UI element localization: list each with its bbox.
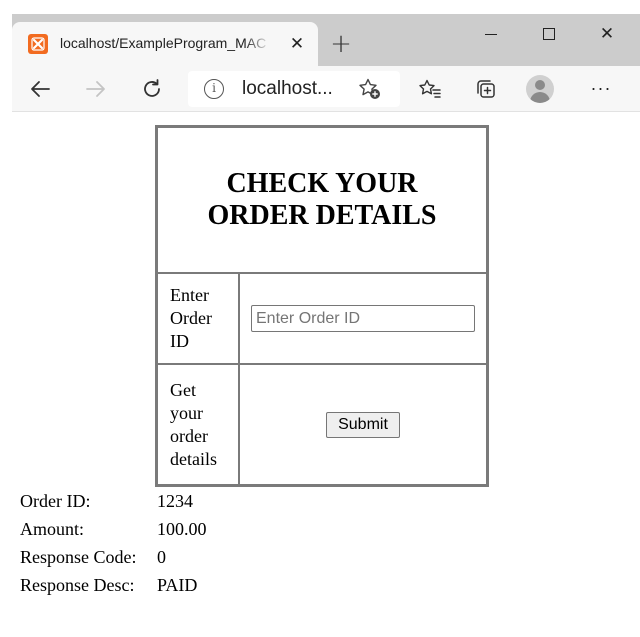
address-bar[interactable]: i localhost... xyxy=(188,71,400,107)
order-id-input-cell xyxy=(239,273,487,365)
avatar-body xyxy=(530,92,550,103)
result-value: PAID xyxy=(157,574,198,595)
minimize-button[interactable] xyxy=(476,24,506,44)
browser-titlebar: localhost/ExampleProgram_MAC ✕ + ✕ xyxy=(12,14,640,66)
result-key: Order ID: xyxy=(20,490,91,511)
address-text[interactable]: localhost... xyxy=(242,78,352,100)
add-favorite-icon[interactable] xyxy=(358,77,382,101)
refresh-button[interactable] xyxy=(136,74,168,104)
back-arrow-icon xyxy=(31,81,50,97)
heading-cell: CHECK YOUR ORDER DETAILS xyxy=(157,127,487,273)
result-key: Response Desc: xyxy=(20,574,135,595)
favorites-button[interactable] xyxy=(414,74,446,104)
order-form-table: CHECK YOUR ORDER DETAILS Enter Order ID … xyxy=(155,125,489,487)
new-tab-icon[interactable]: + xyxy=(328,31,354,58)
forward-arrow-icon xyxy=(86,81,105,97)
xampp-icon xyxy=(28,34,48,54)
result-row: Amount: 100.00 xyxy=(20,515,207,543)
minimize-icon xyxy=(485,33,497,35)
back-button[interactable] xyxy=(24,74,56,104)
submit-cell: Submit xyxy=(239,364,487,485)
order-id-label: Enter Order ID xyxy=(157,273,239,365)
result-value: 0 xyxy=(157,546,166,567)
result-key: Amount: xyxy=(20,518,85,539)
avatar-head xyxy=(535,80,545,90)
forward-button[interactable] xyxy=(80,74,112,104)
site-info-icon[interactable]: i xyxy=(204,79,224,99)
browser-tab[interactable]: localhost/ExampleProgram_MAC ✕ xyxy=(12,22,318,66)
window-close-icon: ✕ xyxy=(599,24,615,43)
more-options-icon[interactable]: ··· xyxy=(586,74,616,104)
result-value: 1234 xyxy=(157,490,193,511)
maximize-icon xyxy=(543,28,555,40)
favorites-list-icon xyxy=(419,79,441,98)
profile-avatar[interactable] xyxy=(526,75,554,103)
page-content: CHECK YOUR ORDER DETAILS Enter Order ID … xyxy=(0,113,640,637)
window-close-button[interactable]: ✕ xyxy=(592,24,622,44)
result-row: Order ID: 1234 xyxy=(20,487,207,515)
collections-button[interactable] xyxy=(470,74,502,104)
tab-title: localhost/ExampleProgram_MAC xyxy=(60,35,267,51)
result-row: Response Desc: PAID xyxy=(20,571,207,599)
submit-button[interactable]: Submit xyxy=(326,411,400,438)
order-id-input[interactable] xyxy=(251,305,475,333)
collections-icon xyxy=(477,80,495,98)
tab-close-icon[interactable]: ✕ xyxy=(288,35,306,53)
order-results: Order ID: 1234 Amount: 100.00 Response C… xyxy=(20,487,207,599)
submit-label: Get your order details xyxy=(157,364,239,485)
refresh-icon xyxy=(144,79,160,97)
maximize-button[interactable] xyxy=(534,24,564,44)
page-heading: CHECK YOUR ORDER DETAILS xyxy=(207,168,437,231)
browser-toolbar: i localhost... ··· xyxy=(12,66,640,112)
result-value: 100.00 xyxy=(157,518,207,539)
result-key: Response Code: xyxy=(20,546,137,567)
result-row: Response Code: 0 xyxy=(20,543,207,571)
